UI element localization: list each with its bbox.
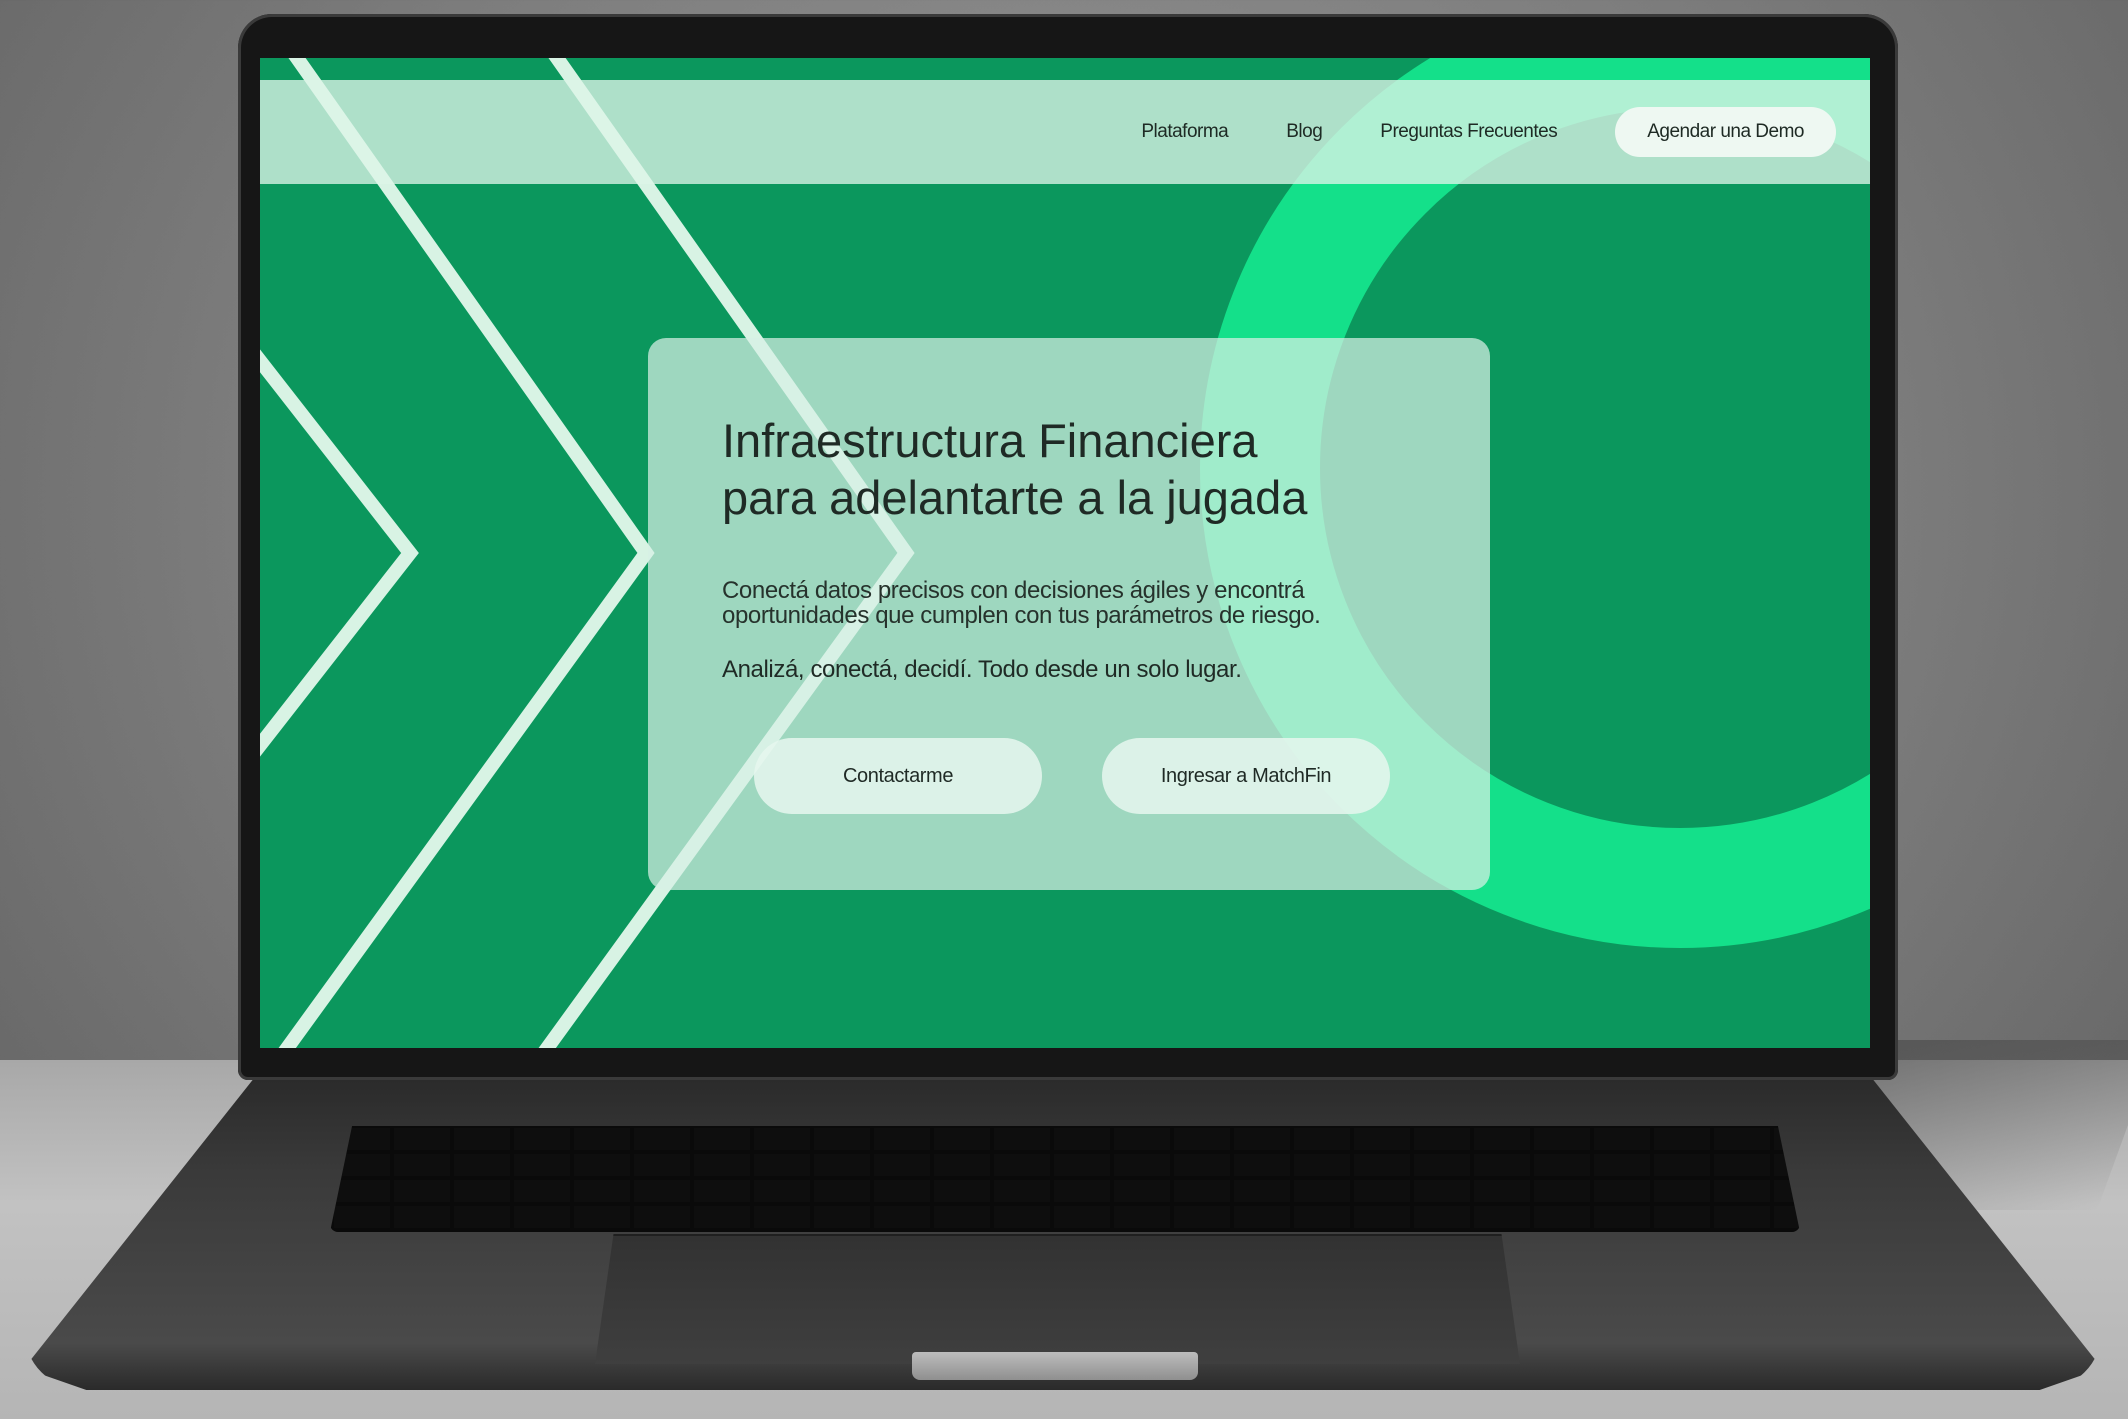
hero-tagline: Analizá, conectá, decidí. Todo desde un …	[722, 656, 1242, 683]
hero-subtitle: Conectá datos precisos con decisiones ág…	[722, 578, 1416, 628]
nav-link-plataforma[interactable]: Plataforma	[1141, 121, 1228, 143]
hero-subtitle-line-2: oportunidades que cumplen con tus paráme…	[722, 602, 1321, 629]
hero-title: Infraestructura Financiera para adelanta…	[722, 412, 1416, 526]
nav-link-blog[interactable]: Blog	[1286, 121, 1323, 143]
contact-button[interactable]: Contactarme	[754, 738, 1042, 814]
hero-button-row: Contactarme Ingresar a MatchFin	[754, 738, 1390, 814]
hero-card: Infraestructura Financiera para adelanta…	[648, 338, 1490, 890]
hero-title-line-1: Infraestructura Financiera	[722, 414, 1258, 467]
schedule-demo-button[interactable]: Agendar una Demo	[1615, 107, 1836, 157]
top-navigation-bar: Plataforma Blog Preguntas Frecuentes Age…	[260, 80, 1870, 184]
laptop-keyboard	[330, 1126, 1800, 1232]
login-matchfin-button[interactable]: Ingresar a MatchFin	[1102, 738, 1390, 814]
hero-subtitle-line-1: Conectá datos precisos con decisiones ág…	[722, 577, 1305, 604]
laptop-lid-notch	[912, 1352, 1198, 1380]
nav-link-preguntas-frecuentes[interactable]: Preguntas Frecuentes	[1380, 121, 1557, 143]
laptop-screen: Plataforma Blog Preguntas Frecuentes Age…	[260, 58, 1870, 1048]
laptop-trackpad	[595, 1234, 1520, 1364]
hero-title-line-2: para adelantarte a la jugada	[722, 471, 1308, 524]
